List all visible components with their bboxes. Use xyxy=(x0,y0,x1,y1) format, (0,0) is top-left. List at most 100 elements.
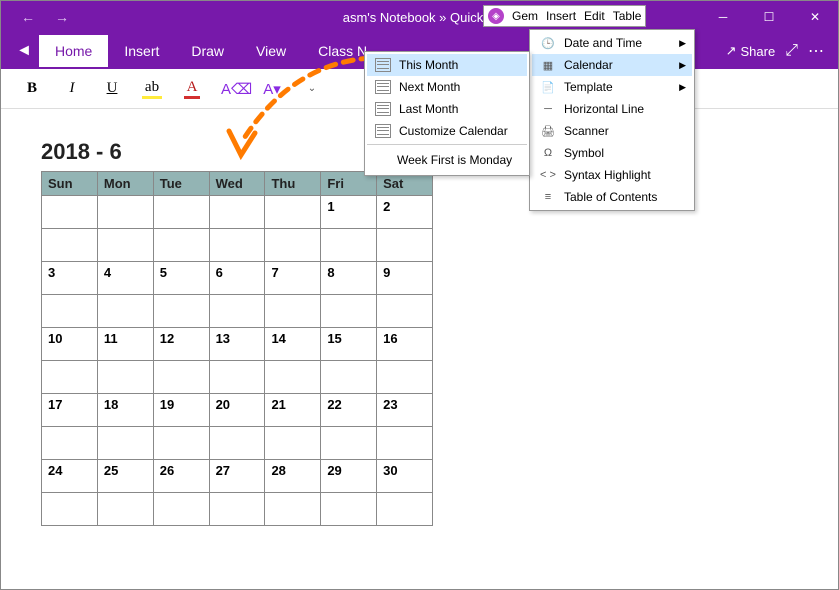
gem-menu-edit[interactable]: Edit xyxy=(584,9,605,23)
calendar-cell[interactable]: 9 xyxy=(377,262,433,295)
calendar-cell[interactable] xyxy=(265,493,321,526)
calendar-cell[interactable]: 2 xyxy=(377,196,433,229)
calendar-cell[interactable]: 22 xyxy=(321,394,377,427)
close-button[interactable]: ✕ xyxy=(792,1,838,33)
calendar-cell[interactable]: 18 xyxy=(97,394,153,427)
tab-home[interactable]: Home xyxy=(39,35,108,67)
calendar-cell[interactable] xyxy=(209,361,265,394)
submenu-item[interactable]: Last Month xyxy=(367,98,527,120)
menu-item[interactable]: 🕒Date and Time▶ xyxy=(532,32,692,54)
calendar-cell[interactable] xyxy=(42,493,98,526)
calendar-cell[interactable] xyxy=(97,427,153,460)
tab-view[interactable]: View xyxy=(240,35,302,67)
calendar-cell[interactable]: 13 xyxy=(209,328,265,361)
calendar-cell[interactable]: 29 xyxy=(321,460,377,493)
calendar-cell[interactable]: 14 xyxy=(265,328,321,361)
share-button[interactable]: ↗Share xyxy=(726,43,776,59)
calendar-cell[interactable]: 16 xyxy=(377,328,433,361)
calendar-cell[interactable] xyxy=(153,295,209,328)
calendar-cell[interactable] xyxy=(153,196,209,229)
calendar-cell[interactable] xyxy=(209,196,265,229)
nav-back[interactable]: ← xyxy=(21,9,35,25)
calendar-cell[interactable] xyxy=(42,427,98,460)
calendar-cell[interactable] xyxy=(265,196,321,229)
gem-menu-table[interactable]: Table xyxy=(613,9,642,23)
menu-item[interactable]: ≡Table of Contents xyxy=(532,186,692,208)
calendar-cell[interactable]: 12 xyxy=(153,328,209,361)
calendar-cell[interactable]: 10 xyxy=(42,328,98,361)
italic-button[interactable]: I xyxy=(61,80,83,97)
calendar-cell[interactable] xyxy=(97,295,153,328)
calendar-cell[interactable]: 4 xyxy=(97,262,153,295)
bold-button[interactable]: B xyxy=(21,80,43,97)
fullscreen-icon[interactable]: ⤢ xyxy=(785,42,798,60)
calendar-cell[interactable] xyxy=(42,361,98,394)
menu-item[interactable]: 📄Template▶ xyxy=(532,76,692,98)
calendar-cell[interactable]: 30 xyxy=(377,460,433,493)
maximize-button[interactable]: ☐ xyxy=(746,1,792,33)
calendar-cell[interactable] xyxy=(42,295,98,328)
underline-button[interactable]: U xyxy=(101,80,123,97)
calendar-cell[interactable]: 7 xyxy=(265,262,321,295)
menu-item[interactable]: 🖨Scanner xyxy=(532,120,692,142)
calendar-cell[interactable] xyxy=(97,361,153,394)
more-icon[interactable]: ⋯ xyxy=(808,41,824,61)
calendar-cell[interactable] xyxy=(321,295,377,328)
calendar-cell[interactable] xyxy=(321,427,377,460)
calendar-cell[interactable] xyxy=(321,361,377,394)
calendar-cell[interactable]: 6 xyxy=(209,262,265,295)
submenu-item[interactable]: This Month xyxy=(367,54,527,76)
submenu-item[interactable]: Customize Calendar xyxy=(367,120,527,142)
calendar-cell[interactable]: 24 xyxy=(42,460,98,493)
calendar-cell[interactable] xyxy=(377,361,433,394)
toolbar-chevron[interactable]: ⌄ xyxy=(301,83,323,94)
calendar-cell[interactable] xyxy=(153,493,209,526)
clearformat-button[interactable]: A⌫ xyxy=(221,80,243,98)
ribbon-back[interactable]: ◄ xyxy=(9,42,39,60)
calendar-cell[interactable]: 23 xyxy=(377,394,433,427)
minimize-button[interactable]: ─ xyxy=(700,1,746,33)
calendar-cell[interactable] xyxy=(377,229,433,262)
menu-item[interactable]: ▦Calendar▶ xyxy=(532,54,692,76)
calendar-cell[interactable] xyxy=(377,493,433,526)
submenu-item[interactable]: Next Month xyxy=(367,76,527,98)
calendar-cell[interactable] xyxy=(265,427,321,460)
tab-insert[interactable]: Insert xyxy=(108,35,175,67)
highlight-button[interactable]: ab xyxy=(141,78,163,99)
calendar-cell[interactable]: 8 xyxy=(321,262,377,295)
calendar-cell[interactable]: 1 xyxy=(321,196,377,229)
calendar-cell[interactable] xyxy=(321,493,377,526)
calendar-cell[interactable]: 11 xyxy=(97,328,153,361)
calendar-cell[interactable] xyxy=(377,427,433,460)
calendar-cell[interactable]: 20 xyxy=(209,394,265,427)
calendar-cell[interactable]: 3 xyxy=(42,262,98,295)
calendar-cell[interactable]: 5 xyxy=(153,262,209,295)
calendar-cell[interactable] xyxy=(265,229,321,262)
calendar-cell[interactable] xyxy=(153,427,209,460)
menu-item[interactable]: < >Syntax Highlight xyxy=(532,164,692,186)
calendar-cell[interactable] xyxy=(265,361,321,394)
calendar-cell[interactable] xyxy=(97,493,153,526)
calendar-cell[interactable] xyxy=(42,229,98,262)
calendar-cell[interactable] xyxy=(209,229,265,262)
calendar-cell[interactable] xyxy=(153,361,209,394)
gem-menu-gem[interactable]: Gem xyxy=(512,9,538,23)
submenu-footer[interactable]: Week First is Monday xyxy=(367,147,527,173)
gem-menu-insert[interactable]: Insert xyxy=(546,9,576,23)
calendar-cell[interactable] xyxy=(209,493,265,526)
menu-item[interactable]: ΩSymbol xyxy=(532,142,692,164)
calendar-cell[interactable] xyxy=(265,295,321,328)
calendar-cell[interactable] xyxy=(97,196,153,229)
calendar-cell[interactable]: 19 xyxy=(153,394,209,427)
calendar-cell[interactable] xyxy=(153,229,209,262)
calendar-cell[interactable]: 17 xyxy=(42,394,98,427)
calendar-cell[interactable] xyxy=(377,295,433,328)
calendar-cell[interactable]: 26 xyxy=(153,460,209,493)
calendar-cell[interactable]: 28 xyxy=(265,460,321,493)
calendar-cell[interactable] xyxy=(321,229,377,262)
calendar-cell[interactable] xyxy=(209,295,265,328)
calendar-cell[interactable]: 21 xyxy=(265,394,321,427)
calendar-cell[interactable]: 27 xyxy=(209,460,265,493)
menu-item[interactable]: ─Horizontal Line xyxy=(532,98,692,120)
calendar-cell[interactable]: 15 xyxy=(321,328,377,361)
